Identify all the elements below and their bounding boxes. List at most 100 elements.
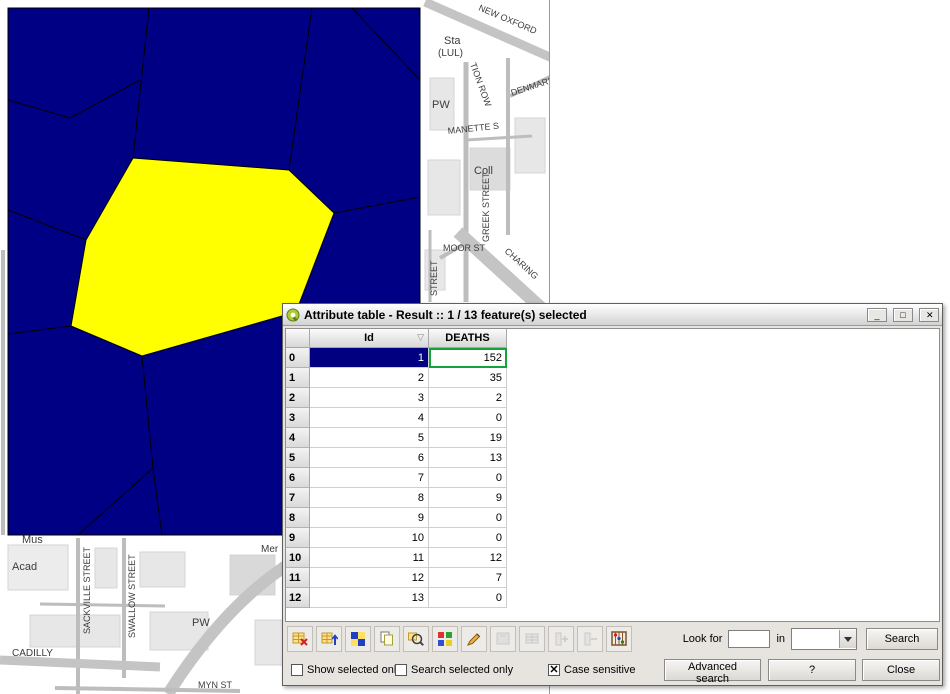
- table-row[interactable]: 890: [286, 508, 939, 528]
- in-label: in: [776, 633, 785, 645]
- maximize-button[interactable]: □: [893, 308, 913, 322]
- field-calculator-button[interactable]: [606, 626, 632, 652]
- table-row[interactable]: 12130: [286, 588, 939, 608]
- table-row[interactable]: 789: [286, 488, 939, 508]
- move-selection-to-top-button[interactable]: [316, 626, 342, 652]
- dialog-titlebar[interactable]: Attribute table - Result :: 1 / 13 featu…: [283, 304, 942, 326]
- checkbox-box[interactable]: ✕: [548, 664, 560, 676]
- cell-deaths[interactable]: 35: [429, 368, 507, 388]
- move-selection-to-top-icon: [320, 630, 338, 648]
- checkbox-label: Case sensitive: [564, 664, 636, 676]
- map-label: Mus: [22, 534, 43, 546]
- column-header-id[interactable]: Id ▽: [310, 329, 429, 348]
- row-header[interactable]: 6: [286, 468, 310, 488]
- cell-id[interactable]: 13: [310, 588, 429, 608]
- case-sensitive-checkbox[interactable]: ✕ Case sensitive: [548, 664, 636, 676]
- table-row[interactable]: 11127: [286, 568, 939, 588]
- cell-id[interactable]: 4: [310, 408, 429, 428]
- row-header[interactable]: 2: [286, 388, 310, 408]
- cell-deaths[interactable]: 19: [429, 428, 507, 448]
- row-header[interactable]: 10: [286, 548, 310, 568]
- cell-deaths[interactable]: 152: [429, 348, 507, 368]
- cell-deaths[interactable]: 0: [429, 508, 507, 528]
- column-dropdown[interactable]: [791, 628, 857, 650]
- cell-id[interactable]: 5: [310, 428, 429, 448]
- table-row[interactable]: 670: [286, 468, 939, 488]
- cell-deaths[interactable]: 0: [429, 588, 507, 608]
- cell-id[interactable]: 2: [310, 368, 429, 388]
- map-label: GREEK STREET: [481, 172, 491, 242]
- toggle-editing-button[interactable]: [461, 626, 487, 652]
- row-header[interactable]: 12: [286, 588, 310, 608]
- cell-id[interactable]: 12: [310, 568, 429, 588]
- cell-deaths[interactable]: 2: [429, 388, 507, 408]
- map-label: SWALLOW STREET: [127, 554, 137, 638]
- cell-deaths[interactable]: 13: [429, 448, 507, 468]
- invert-selection-button[interactable]: [345, 626, 371, 652]
- new-column-icon: [552, 630, 570, 648]
- map-label: MYN ST: [198, 680, 233, 690]
- table-row[interactable]: 232: [286, 388, 939, 408]
- column-header-deaths[interactable]: DEATHS: [429, 329, 507, 348]
- cell-id[interactable]: 8: [310, 488, 429, 508]
- row-header[interactable]: 4: [286, 428, 310, 448]
- table-header-row: Id ▽ DEATHS: [286, 329, 939, 348]
- cell-deaths[interactable]: 0: [429, 528, 507, 548]
- zoom-to-selection-icon: [407, 630, 425, 648]
- minimize-button[interactable]: _: [867, 308, 887, 322]
- cell-deaths[interactable]: 12: [429, 548, 507, 568]
- row-header[interactable]: 11: [286, 568, 310, 588]
- table-row[interactable]: 340: [286, 408, 939, 428]
- row-header[interactable]: 9: [286, 528, 310, 548]
- help-button[interactable]: ?: [768, 659, 856, 681]
- checkbox-label: Search selected only: [411, 664, 513, 676]
- cell-id[interactable]: 3: [310, 388, 429, 408]
- search-selected-only-checkbox[interactable]: Search selected only: [395, 664, 513, 676]
- row-header[interactable]: 3: [286, 408, 310, 428]
- row-header[interactable]: 8: [286, 508, 310, 528]
- cell-id[interactable]: 6: [310, 448, 429, 468]
- cell-deaths[interactable]: 7: [429, 568, 507, 588]
- attribute-table[interactable]: Id ▽ DEATHS 0115212352323404519561367078…: [285, 328, 940, 622]
- search-button[interactable]: Search: [866, 628, 938, 650]
- advanced-search-button[interactable]: Advanced search: [664, 659, 761, 681]
- close-button[interactable]: Close: [862, 659, 940, 681]
- table-row[interactable]: 9100: [286, 528, 939, 548]
- pan-to-selection-button[interactable]: [432, 626, 458, 652]
- dialog-title: Attribute table - Result :: 1 / 13 featu…: [304, 308, 861, 322]
- cell-id[interactable]: 9: [310, 508, 429, 528]
- qgis-screen: NEW OXFORD Sta (LUL) TION ROW PW DENMARK…: [0, 0, 950, 694]
- cell-deaths[interactable]: 9: [429, 488, 507, 508]
- table-row[interactable]: 101112: [286, 548, 939, 568]
- row-header[interactable]: 5: [286, 448, 310, 468]
- table-row[interactable]: 5613: [286, 448, 939, 468]
- checkbox-box[interactable]: [291, 664, 303, 676]
- column-header-label: DEATHS: [445, 332, 489, 344]
- row-header[interactable]: 1: [286, 368, 310, 388]
- look-for-input[interactable]: [728, 630, 770, 648]
- map-label: CADILLY: [12, 648, 53, 659]
- cell-id[interactable]: 10: [310, 528, 429, 548]
- zoom-to-selection-button[interactable]: [403, 626, 429, 652]
- table-row[interactable]: 1235: [286, 368, 939, 388]
- table-row[interactable]: 01152: [286, 348, 939, 368]
- unselect-all-button[interactable]: [287, 626, 313, 652]
- copy-rows-button[interactable]: [374, 626, 400, 652]
- invert-selection-icon: [349, 630, 367, 648]
- cell-id[interactable]: 11: [310, 548, 429, 568]
- checkbox-box[interactable]: [395, 664, 407, 676]
- table-row[interactable]: 4519: [286, 428, 939, 448]
- cell-id[interactable]: 1: [310, 348, 429, 368]
- qgis-icon: [286, 308, 300, 322]
- column-dropdown-button[interactable]: [839, 630, 856, 648]
- show-selected-only-checkbox[interactable]: Show selected only: [291, 664, 402, 676]
- cell-deaths[interactable]: 0: [429, 468, 507, 488]
- map-label: MOOR ST: [443, 243, 486, 253]
- cell-id[interactable]: 7: [310, 468, 429, 488]
- cell-deaths[interactable]: 0: [429, 408, 507, 428]
- close-window-button[interactable]: ✕: [919, 308, 939, 322]
- row-header[interactable]: 7: [286, 488, 310, 508]
- corner-header[interactable]: [286, 329, 310, 348]
- save-edits-button: [490, 626, 516, 652]
- row-header[interactable]: 0: [286, 348, 310, 368]
